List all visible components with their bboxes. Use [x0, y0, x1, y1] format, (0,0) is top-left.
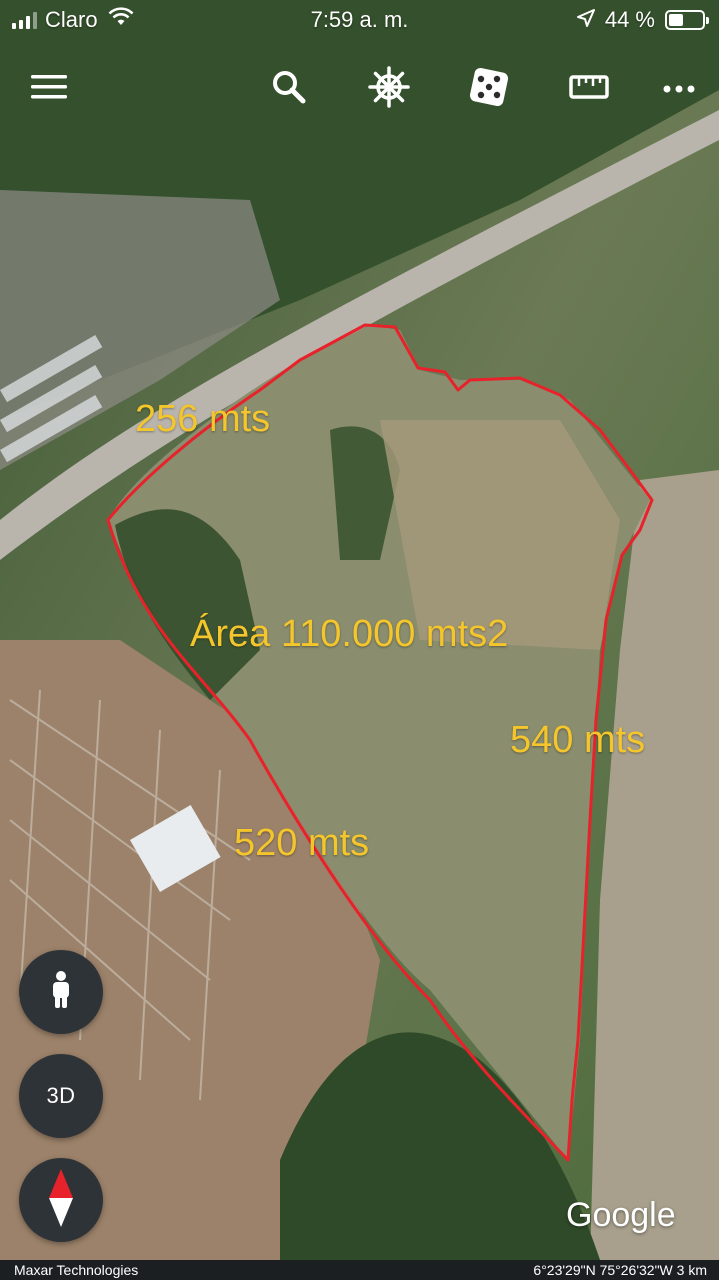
menu-button[interactable]: [22, 62, 76, 116]
google-logo: Google: [566, 1196, 676, 1234]
compass-icon: [46, 1167, 76, 1234]
feeling-lucky-button[interactable]: [462, 62, 516, 116]
more-options-button[interactable]: [652, 62, 706, 116]
voyager-button[interactable]: [362, 62, 416, 116]
search-icon: [271, 69, 307, 110]
street-view-button[interactable]: [19, 950, 103, 1034]
imagery-attribution: Maxar Technologies: [14, 1262, 139, 1278]
measure-button[interactable]: [562, 62, 616, 116]
battery-icon: [665, 10, 709, 30]
right-side-length-label: 540 mts: [510, 719, 646, 761]
location-arrow-icon: [576, 7, 595, 33]
ship-wheel-icon: [367, 65, 411, 114]
search-button[interactable]: [262, 62, 316, 116]
attribution-bar: Maxar Technologies 6°23'29"N 75°26'32"W …: [0, 1260, 719, 1280]
ruler-icon: [569, 74, 609, 105]
person-icon: [50, 970, 72, 1015]
status-bar: Claro 7:59 a. m. 44 %: [0, 0, 719, 40]
menu-icon: [31, 74, 67, 105]
dice-icon: [468, 66, 510, 113]
battery-percentage: 44 %: [604, 7, 655, 32]
compass-button[interactable]: [19, 1158, 103, 1242]
toggle-3d-button[interactable]: 3D: [19, 1054, 103, 1138]
top-side-length-label: 256 mts: [135, 398, 271, 440]
coordinates-scale: 6°23'29"N 75°26'32"W 3 km: [533, 1262, 707, 1278]
toggle-3d-label: 3D: [46, 1083, 76, 1108]
more-icon: [663, 80, 695, 98]
area-label: Área 110.000 mts2: [190, 613, 509, 655]
left-side-length-label: 520 mts: [234, 822, 370, 864]
